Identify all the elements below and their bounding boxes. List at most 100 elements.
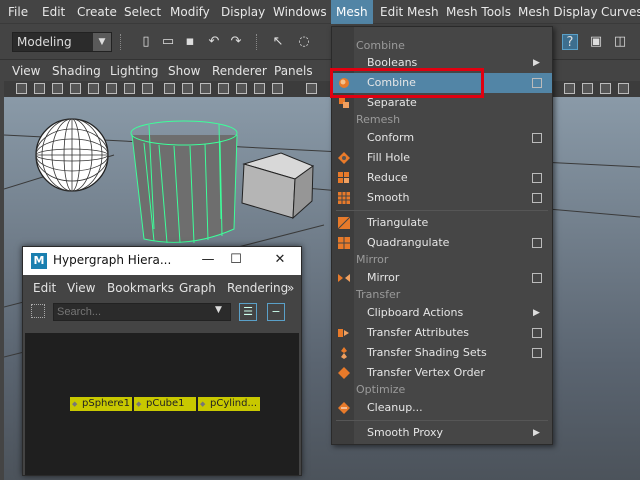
panel-menu-view[interactable]: View	[8, 61, 44, 81]
menu-item-clipboard-actions[interactable]: Clipboard Actions ▶	[332, 303, 552, 323]
option-box[interactable]	[532, 193, 542, 203]
minimize-icon[interactable]: —	[199, 251, 217, 269]
select-icon[interactable]: ↖	[270, 34, 286, 50]
more-menus-icon[interactable]: »	[287, 277, 294, 299]
option-box[interactable]	[532, 348, 542, 358]
menu-item-quadrangulate[interactable]: Quadrangulate	[332, 233, 552, 253]
chevron-down-icon[interactable]: ▼	[93, 33, 111, 51]
menu-item-transfer-shading-sets[interactable]: Transfer Shading Sets	[332, 343, 552, 363]
option-box[interactable]	[532, 78, 542, 88]
wireframe-on-shaded-icon[interactable]	[200, 83, 211, 94]
layout-icon[interactable]	[582, 83, 593, 94]
menu-item-smooth[interactable]: Smooth	[332, 188, 552, 208]
text-icon[interactable]	[272, 83, 283, 94]
menu-file[interactable]: File	[3, 0, 33, 24]
triangulate-icon	[338, 217, 350, 229]
hypergraph-menu-view[interactable]: View	[67, 277, 95, 299]
new-scene-icon[interactable]: ▯	[138, 34, 154, 50]
menu-item-triangulate[interactable]: Triangulate	[332, 213, 552, 233]
chevron-down-icon[interactable]: ▼	[215, 305, 222, 315]
mode-selector[interactable]: Modeling ▼	[12, 32, 112, 52]
hypergraph-window[interactable]: M Hypergraph Hiera... — ☐ ✕ Edit View Bo…	[22, 246, 302, 476]
hypergraph-menu-edit[interactable]: Edit	[33, 277, 56, 299]
menu-item-transfer-attributes[interactable]: Transfer Attributes	[332, 323, 552, 343]
isolate-icon[interactable]	[564, 83, 575, 94]
resolution-gate-icon[interactable]	[124, 83, 135, 94]
graph-node[interactable]: pCube1	[134, 397, 196, 411]
menu-item-reduce[interactable]: Reduce	[332, 168, 552, 188]
gate-mask-icon[interactable]	[142, 83, 153, 94]
hypergraph-menu-rendering[interactable]: Rendering	[227, 277, 288, 299]
graph-node[interactable]: pCylind...	[198, 397, 260, 411]
hypergraph-menu-graph[interactable]: Graph	[179, 277, 216, 299]
hypergraph-title-bar[interactable]: M Hypergraph Hiera... — ☐ ✕	[23, 247, 301, 275]
panel-menu-panels[interactable]: Panels	[270, 61, 317, 81]
display-icon[interactable]	[618, 83, 629, 94]
shadows-icon[interactable]	[254, 83, 265, 94]
menu-item-transfer-vertex-order[interactable]: Transfer Vertex Order	[332, 363, 552, 383]
menu-item-label: Smooth	[367, 191, 410, 204]
search-input[interactable]	[53, 303, 231, 321]
open-scene-icon[interactable]: ▭	[160, 34, 176, 50]
save-scene-icon[interactable]: ▪	[182, 34, 198, 50]
grid-icon[interactable]	[88, 83, 99, 94]
undo-icon[interactable]: ↶	[206, 34, 222, 50]
select-filter-icon[interactable]	[31, 304, 45, 318]
graph-node[interactable]: pSphere1	[70, 397, 132, 411]
option-box[interactable]	[532, 173, 542, 183]
lasso-icon[interactable]: ◌	[296, 34, 312, 50]
xray-icon[interactable]	[600, 83, 611, 94]
maya-window: File Edit Create Select Modify Display W…	[0, 0, 640, 480]
hypergraph-graph-area[interactable]: pSphere1 pCube1 pCylind...	[25, 333, 299, 475]
camera-attributes-icon[interactable]	[34, 83, 45, 94]
menu-mesh[interactable]: Mesh	[331, 0, 373, 24]
sphere-mesh[interactable]	[35, 118, 109, 192]
panel-menu-lighting[interactable]: Lighting	[106, 61, 163, 81]
quadrangulate-icon	[338, 237, 350, 249]
film-gate-icon[interactable]	[106, 83, 117, 94]
menu-mesh-display[interactable]: Mesh Display	[513, 0, 603, 24]
menu-display[interactable]: Display	[216, 0, 270, 24]
collapse-icon[interactable]: −	[267, 303, 285, 321]
panel-menu-shading[interactable]: Shading	[48, 61, 105, 81]
wireframe-icon[interactable]	[164, 83, 175, 94]
redo-icon[interactable]: ↷	[228, 34, 244, 50]
list-view-icon[interactable]: ☰	[239, 303, 257, 321]
reduce-icon	[338, 172, 349, 183]
cylinder-mesh[interactable]	[130, 120, 238, 244]
hypergraph-menu-bookmarks[interactable]: Bookmarks	[107, 277, 174, 299]
menu-select[interactable]: Select	[119, 0, 166, 24]
cube-icon[interactable]	[306, 83, 317, 94]
cube-mesh[interactable]	[241, 152, 315, 220]
menu-item-mirror[interactable]: Mirror	[332, 268, 552, 288]
option-box[interactable]	[532, 238, 542, 248]
menu-windows[interactable]: Windows	[268, 0, 332, 24]
smooth-shade-icon[interactable]	[182, 83, 193, 94]
camera-icon[interactable]	[16, 83, 27, 94]
lights-icon[interactable]	[236, 83, 247, 94]
close-icon[interactable]: ✕	[271, 251, 289, 269]
menu-edit[interactable]: Edit	[37, 0, 70, 24]
menu-create[interactable]: Create	[72, 0, 122, 24]
menu-item-conform[interactable]: Conform	[332, 128, 552, 148]
bookmark-icon[interactable]	[52, 83, 63, 94]
transfer-vertex-order-icon	[338, 367, 350, 379]
panel-icon[interactable]: ◫	[612, 34, 628, 50]
menu-item-fill-hole[interactable]: Fill Hole	[332, 148, 552, 168]
panel-menu-show[interactable]: Show	[164, 61, 204, 81]
option-box[interactable]	[532, 273, 542, 283]
textured-icon[interactable]	[218, 83, 229, 94]
option-box[interactable]	[532, 133, 542, 143]
image-plane-icon[interactable]	[70, 83, 81, 94]
panel-menu-renderer[interactable]: Renderer	[208, 61, 271, 81]
help-icon[interactable]: ?	[562, 34, 578, 50]
menu-edit-mesh[interactable]: Edit Mesh	[375, 0, 444, 24]
menu-item-smooth-proxy[interactable]: Smooth Proxy ▶	[332, 423, 552, 443]
menu-item-cleanup[interactable]: Cleanup...	[332, 398, 552, 418]
menu-curves[interactable]: Curves	[596, 0, 640, 24]
maximize-icon[interactable]: ☐	[227, 251, 245, 269]
lock-icon[interactable]: ▣	[588, 34, 604, 50]
menu-modify[interactable]: Modify	[165, 0, 215, 24]
option-box[interactable]	[532, 328, 542, 338]
menu-mesh-tools[interactable]: Mesh Tools	[441, 0, 516, 24]
